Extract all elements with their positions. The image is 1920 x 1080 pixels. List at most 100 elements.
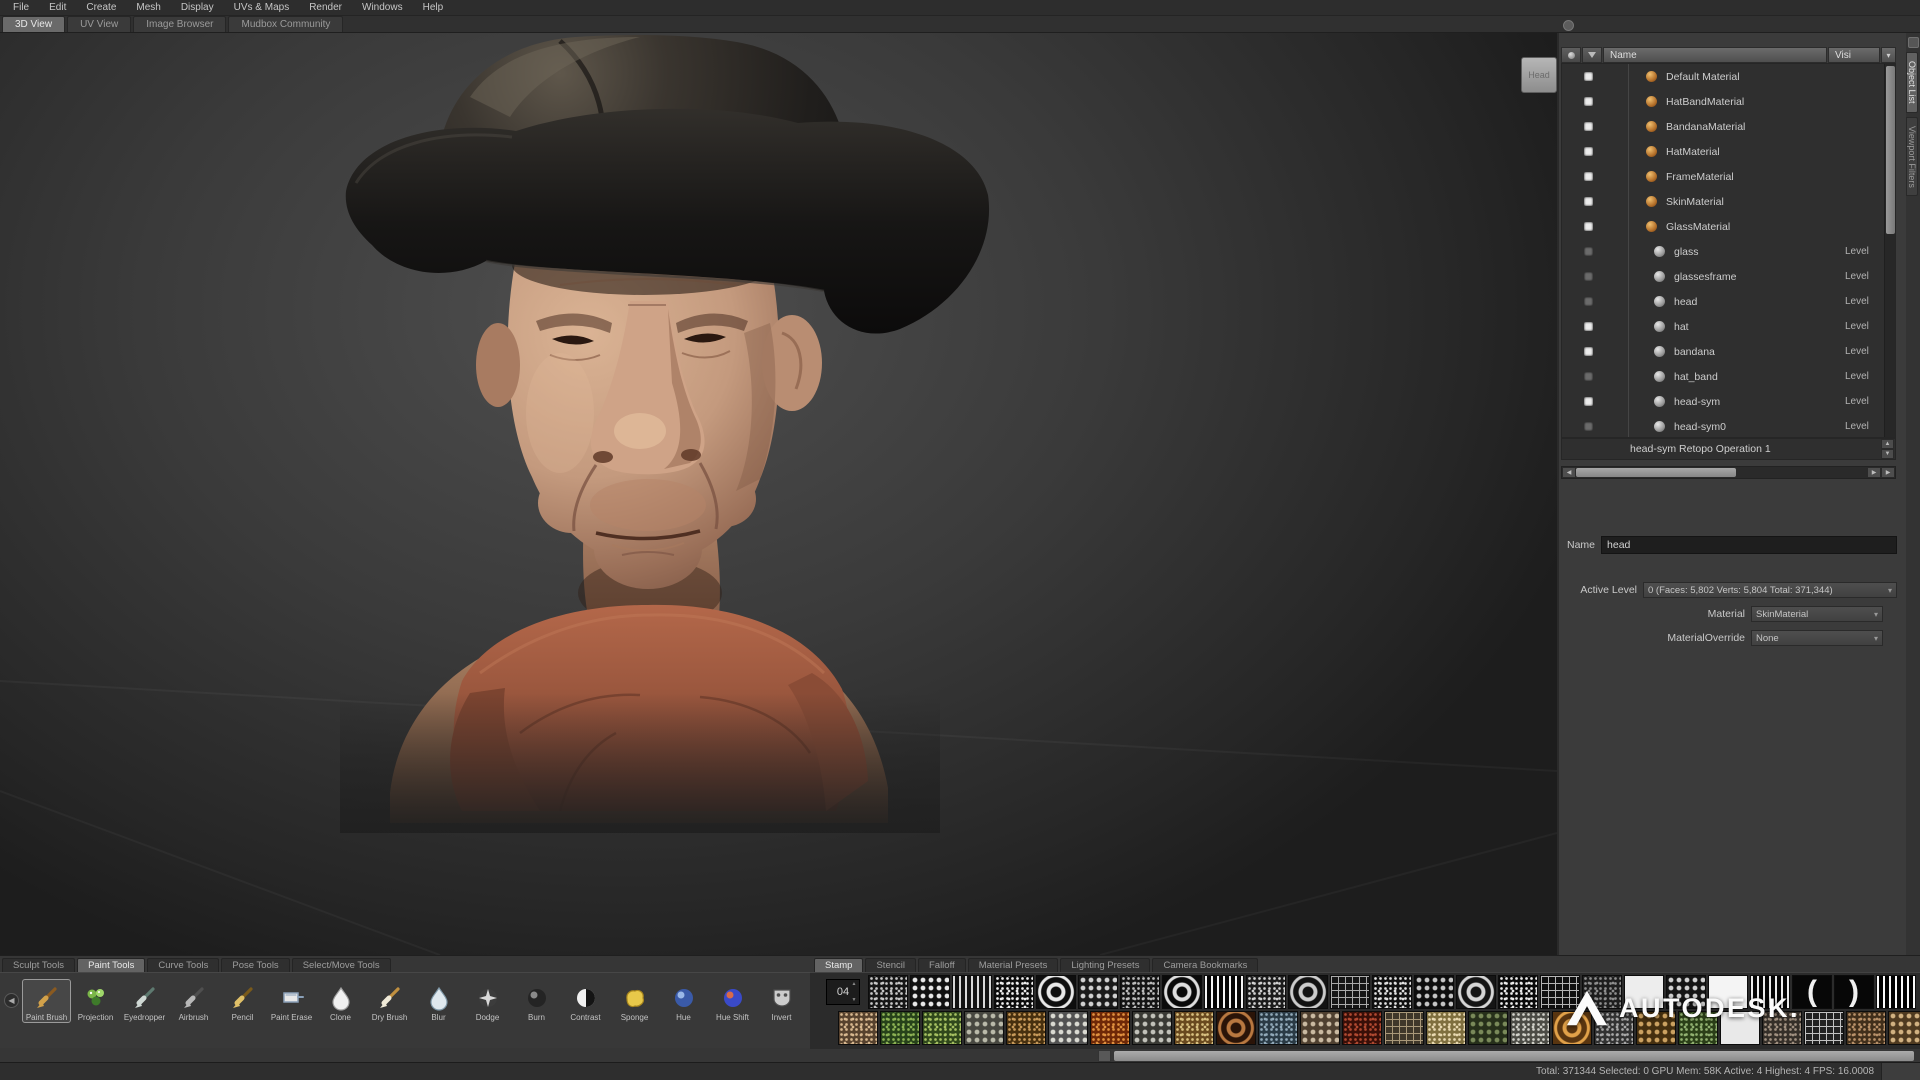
preset-thumbnail[interactable] xyxy=(1498,975,1538,1009)
object-list-horizontal-scrollbar[interactable]: ◀ ▶ ▶ xyxy=(1561,466,1896,479)
object-row-framematerial[interactable]: FrameMaterial xyxy=(1562,164,1895,189)
panel-options-icon[interactable] xyxy=(1563,20,1574,31)
visibility-toggle[interactable] xyxy=(1584,322,1593,331)
object-row-glassesframe[interactable]: glassesframeLevel xyxy=(1562,264,1895,289)
active-level-dropdown[interactable]: 0 (Faces: 5,802 Verts: 5,804 Total: 371,… xyxy=(1643,582,1897,598)
menu-file[interactable]: File xyxy=(4,1,38,14)
menu-display[interactable]: Display xyxy=(172,1,223,14)
panel-collapse-icon[interactable] xyxy=(1908,37,1919,48)
scroll-right-icon[interactable]: ▶ xyxy=(1868,468,1880,477)
visibility-toggle[interactable] xyxy=(1584,222,1593,231)
scrollbar-thumb[interactable] xyxy=(1114,1051,1914,1061)
object-row-head-sym[interactable]: head-symLevel xyxy=(1562,389,1895,414)
scrollbar-thumb[interactable] xyxy=(1576,468,1736,477)
tool-hue-shift[interactable]: Hue Shift xyxy=(708,979,757,1023)
menu-edit[interactable]: Edit xyxy=(40,1,75,14)
tab-viewport-filters[interactable]: Viewport Filters xyxy=(1906,117,1918,197)
tab-lighting-presets[interactable]: Lighting Presets xyxy=(1060,958,1150,972)
tab-stamp[interactable]: Stamp xyxy=(814,958,863,972)
tab-object-list[interactable]: Object List xyxy=(1906,52,1918,113)
visibility-toggle[interactable] xyxy=(1584,422,1593,431)
tab-select-move-tools[interactable]: Select/Move Tools xyxy=(292,958,391,972)
visibility-toggle[interactable] xyxy=(1584,147,1593,156)
material-dropdown[interactable]: SkinMaterial▾ xyxy=(1751,606,1883,622)
tool-dodge[interactable]: Dodge xyxy=(463,979,512,1023)
preset-thumbnail[interactable] xyxy=(1846,1011,1886,1045)
menu-mesh[interactable]: Mesh xyxy=(127,1,169,14)
tool-clone[interactable]: Clone xyxy=(316,979,365,1023)
preset-thumbnail[interactable] xyxy=(1330,975,1370,1009)
object-list-vertical-scrollbar[interactable] xyxy=(1884,64,1895,437)
preset-thumbnail[interactable] xyxy=(1162,975,1202,1009)
tab-camera-bookmarks[interactable]: Camera Bookmarks xyxy=(1152,958,1258,972)
preset-thumbnail[interactable] xyxy=(1048,1011,1088,1045)
scroll-down-icon[interactable]: ▼ xyxy=(1881,449,1894,459)
tool-eyedropper[interactable]: Eyedropper xyxy=(120,979,169,1023)
object-row-hatbandmaterial[interactable]: HatBandMaterial xyxy=(1562,89,1895,114)
preset-tray-scrollbar[interactable] xyxy=(1098,1050,1914,1062)
menu-render[interactable]: Render xyxy=(300,1,351,14)
preset-thumbnail[interactable] xyxy=(1204,975,1244,1009)
material-override-dropdown[interactable]: None▾ xyxy=(1751,630,1883,646)
tab-sculpt-tools[interactable]: Sculpt Tools xyxy=(2,958,75,972)
visibility-toggle[interactable] xyxy=(1584,372,1593,381)
tool-airbrush[interactable]: Airbrush xyxy=(169,979,218,1023)
preset-thumbnail[interactable] xyxy=(1090,1011,1130,1045)
tool-blur[interactable]: Blur xyxy=(414,979,463,1023)
preset-thumbnail[interactable] xyxy=(1036,975,1076,1009)
preset-thumbnail[interactable] xyxy=(1258,1011,1298,1045)
tab-paint-tools[interactable]: Paint Tools xyxy=(77,958,145,972)
scroll-left-icon[interactable]: ◀ xyxy=(1563,468,1575,477)
menu-create[interactable]: Create xyxy=(77,1,125,14)
object-row-hatmaterial[interactable]: HatMaterial xyxy=(1562,139,1895,164)
preset-thumbnail[interactable] xyxy=(1456,975,1496,1009)
preset-thumbnail[interactable] xyxy=(1372,975,1412,1009)
object-row-glass[interactable]: glassLevel xyxy=(1562,239,1895,264)
preset-thumbnail[interactable] xyxy=(1216,1011,1256,1045)
tool-pencil[interactable]: Pencil xyxy=(218,979,267,1023)
sort-arrow-icon[interactable]: ▾ xyxy=(1881,47,1896,63)
tab-material-presets[interactable]: Material Presets xyxy=(968,958,1059,972)
collapse-tray-button[interactable]: ◀ xyxy=(4,993,19,1008)
preset-thumbnail[interactable] xyxy=(910,975,950,1009)
viewport-corner-button[interactable]: Head xyxy=(1521,57,1557,93)
status-corner-widget[interactable] xyxy=(1881,1063,1920,1080)
visibility-toggle[interactable] xyxy=(1584,272,1593,281)
preset-thumbnail[interactable] xyxy=(1804,1011,1844,1045)
tool-hue[interactable]: Hue xyxy=(659,979,708,1023)
visibility-toggle[interactable] xyxy=(1584,97,1593,106)
tab-mudbox-community[interactable]: Mudbox Community xyxy=(228,16,343,32)
preset-thumbnail[interactable] xyxy=(1246,975,1286,1009)
preset-thumbnail[interactable] xyxy=(868,975,908,1009)
tab-pose-tools[interactable]: Pose Tools xyxy=(221,958,289,972)
object-row-default-material[interactable]: Default Material xyxy=(1562,64,1895,89)
menu-uvs-maps[interactable]: UVs & Maps xyxy=(225,1,299,14)
object-row-bandanamaterial[interactable]: BandanaMaterial xyxy=(1562,114,1895,139)
column-header-name[interactable]: Name xyxy=(1603,47,1827,63)
preset-thumbnail[interactable] xyxy=(838,1011,878,1045)
tool-burn[interactable]: Burn xyxy=(512,979,561,1023)
visibility-toggle[interactable] xyxy=(1584,347,1593,356)
preset-thumbnail[interactable] xyxy=(1384,1011,1424,1045)
preset-thumbnail[interactable] xyxy=(1174,1011,1214,1045)
preset-thumbnail[interactable]: ) xyxy=(1834,975,1874,1009)
visibility-toggle[interactable] xyxy=(1584,72,1593,81)
preset-thumbnail[interactable] xyxy=(1288,975,1328,1009)
preset-thumbnail[interactable] xyxy=(994,975,1034,1009)
preset-thumbnail[interactable] xyxy=(1510,1011,1550,1045)
preset-thumbnail[interactable] xyxy=(1132,1011,1172,1045)
viewport-3d[interactable]: Head xyxy=(0,33,1557,955)
stepper-arrows-icon[interactable]: ▲▼ xyxy=(850,981,858,1003)
preset-thumbnail[interactable] xyxy=(1006,1011,1046,1045)
scrollbar-thumb[interactable] xyxy=(1886,66,1895,234)
tab-image-browser[interactable]: Image Browser xyxy=(133,16,226,32)
preset-thumbnail[interactable] xyxy=(1888,1011,1920,1045)
tab-uv-view[interactable]: UV View xyxy=(67,16,131,32)
preset-thumbnail[interactable] xyxy=(1468,1011,1508,1045)
preset-thumbnail[interactable] xyxy=(1078,975,1118,1009)
preset-thumbnail[interactable] xyxy=(1120,975,1160,1009)
sculpt-model[interactable] xyxy=(0,33,1557,955)
scroll-right-end-icon[interactable]: ▶ xyxy=(1882,468,1894,477)
tab-curve-tools[interactable]: Curve Tools xyxy=(147,958,219,972)
tool-contrast[interactable]: Contrast xyxy=(561,979,610,1023)
